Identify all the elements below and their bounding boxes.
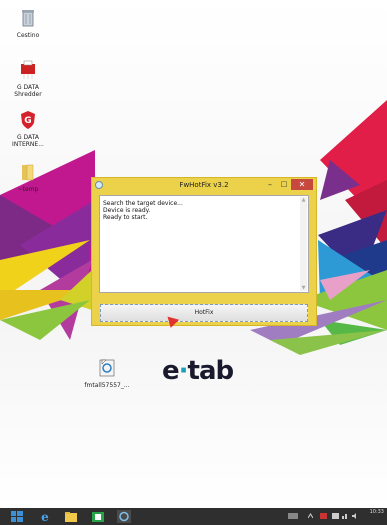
fwhotfix-window: FwHotFix v3.2 – □ ✕ Search the target de… (91, 177, 317, 326)
internet-explorer-icon[interactable]: e (38, 510, 52, 523)
volume-icon[interactable] (352, 513, 359, 519)
fwhotfix-app-icon[interactable] (117, 510, 131, 523)
desktop-icon-installer[interactable]: fmtall57557_... (84, 358, 130, 389)
window-titlebar[interactable]: FwHotFix v3.2 – □ ✕ (92, 178, 316, 193)
shredder-icon (21, 60, 35, 79)
svg-text:e: e (41, 510, 49, 523)
desktop-icon-label: ~temp (17, 186, 39, 193)
battery-icon[interactable] (332, 513, 339, 519)
minimize-button[interactable]: – (264, 179, 276, 190)
folder-icon (22, 164, 34, 181)
start-icon[interactable] (10, 510, 24, 523)
file-explorer-icon[interactable] (64, 510, 78, 523)
chevron-up-icon[interactable] (308, 513, 313, 519)
scroll-down-arrow-icon[interactable]: ▼ (300, 285, 307, 291)
etab-logo: e·tab (162, 356, 235, 386)
logo-e: e (162, 356, 180, 386)
store-icon[interactable] (91, 510, 105, 523)
hotfix-button[interactable]: HotFix (100, 304, 308, 322)
maximize-button[interactable]: □ (278, 179, 290, 190)
logo-dot: · (178, 356, 189, 386)
svg-text:G: G (24, 116, 31, 126)
taskbar: e 10:33 (0, 508, 387, 525)
desktop-icon-recycle-bin[interactable]: Cestino (8, 8, 48, 39)
desktop-icon-shredder[interactable]: G DATA Shredder (8, 60, 48, 98)
scroll-up-arrow-icon[interactable]: ▲ (300, 197, 307, 203)
desktop: Cestino G DATA Shredder G G DATA INTERNE… (0, 0, 387, 508)
keyboard-icon[interactable] (288, 513, 298, 519)
log-scrollbar[interactable]: ▲ ▼ (300, 197, 307, 291)
desktop-icon-gdata[interactable]: G G DATA INTERNE... (8, 110, 48, 148)
desktop-icon-temp-folder[interactable]: ~temp (8, 162, 48, 193)
network-icon[interactable] (342, 513, 349, 519)
logo-tab: tab (187, 356, 235, 386)
desktop-icon-label: G DATA Shredder (14, 84, 42, 98)
installer-icon (99, 359, 115, 377)
flag-icon[interactable] (320, 513, 327, 519)
recycle-bin-icon (22, 10, 34, 27)
desktop-icon-label: Cestino (16, 32, 40, 39)
log-text: Search the target device... Device is re… (103, 200, 183, 221)
clock[interactable]: 10:33 (370, 509, 384, 515)
gdata-shield-icon: G (21, 111, 35, 129)
log-textarea[interactable]: Search the target device... Device is re… (99, 195, 309, 293)
desktop-icon-label: fmtall57557_... (84, 382, 130, 389)
clock-time: 10:33 (369, 509, 384, 515)
desktop-icon-label: G DATA INTERNE... (12, 134, 44, 148)
close-button[interactable]: ✕ (291, 179, 313, 190)
